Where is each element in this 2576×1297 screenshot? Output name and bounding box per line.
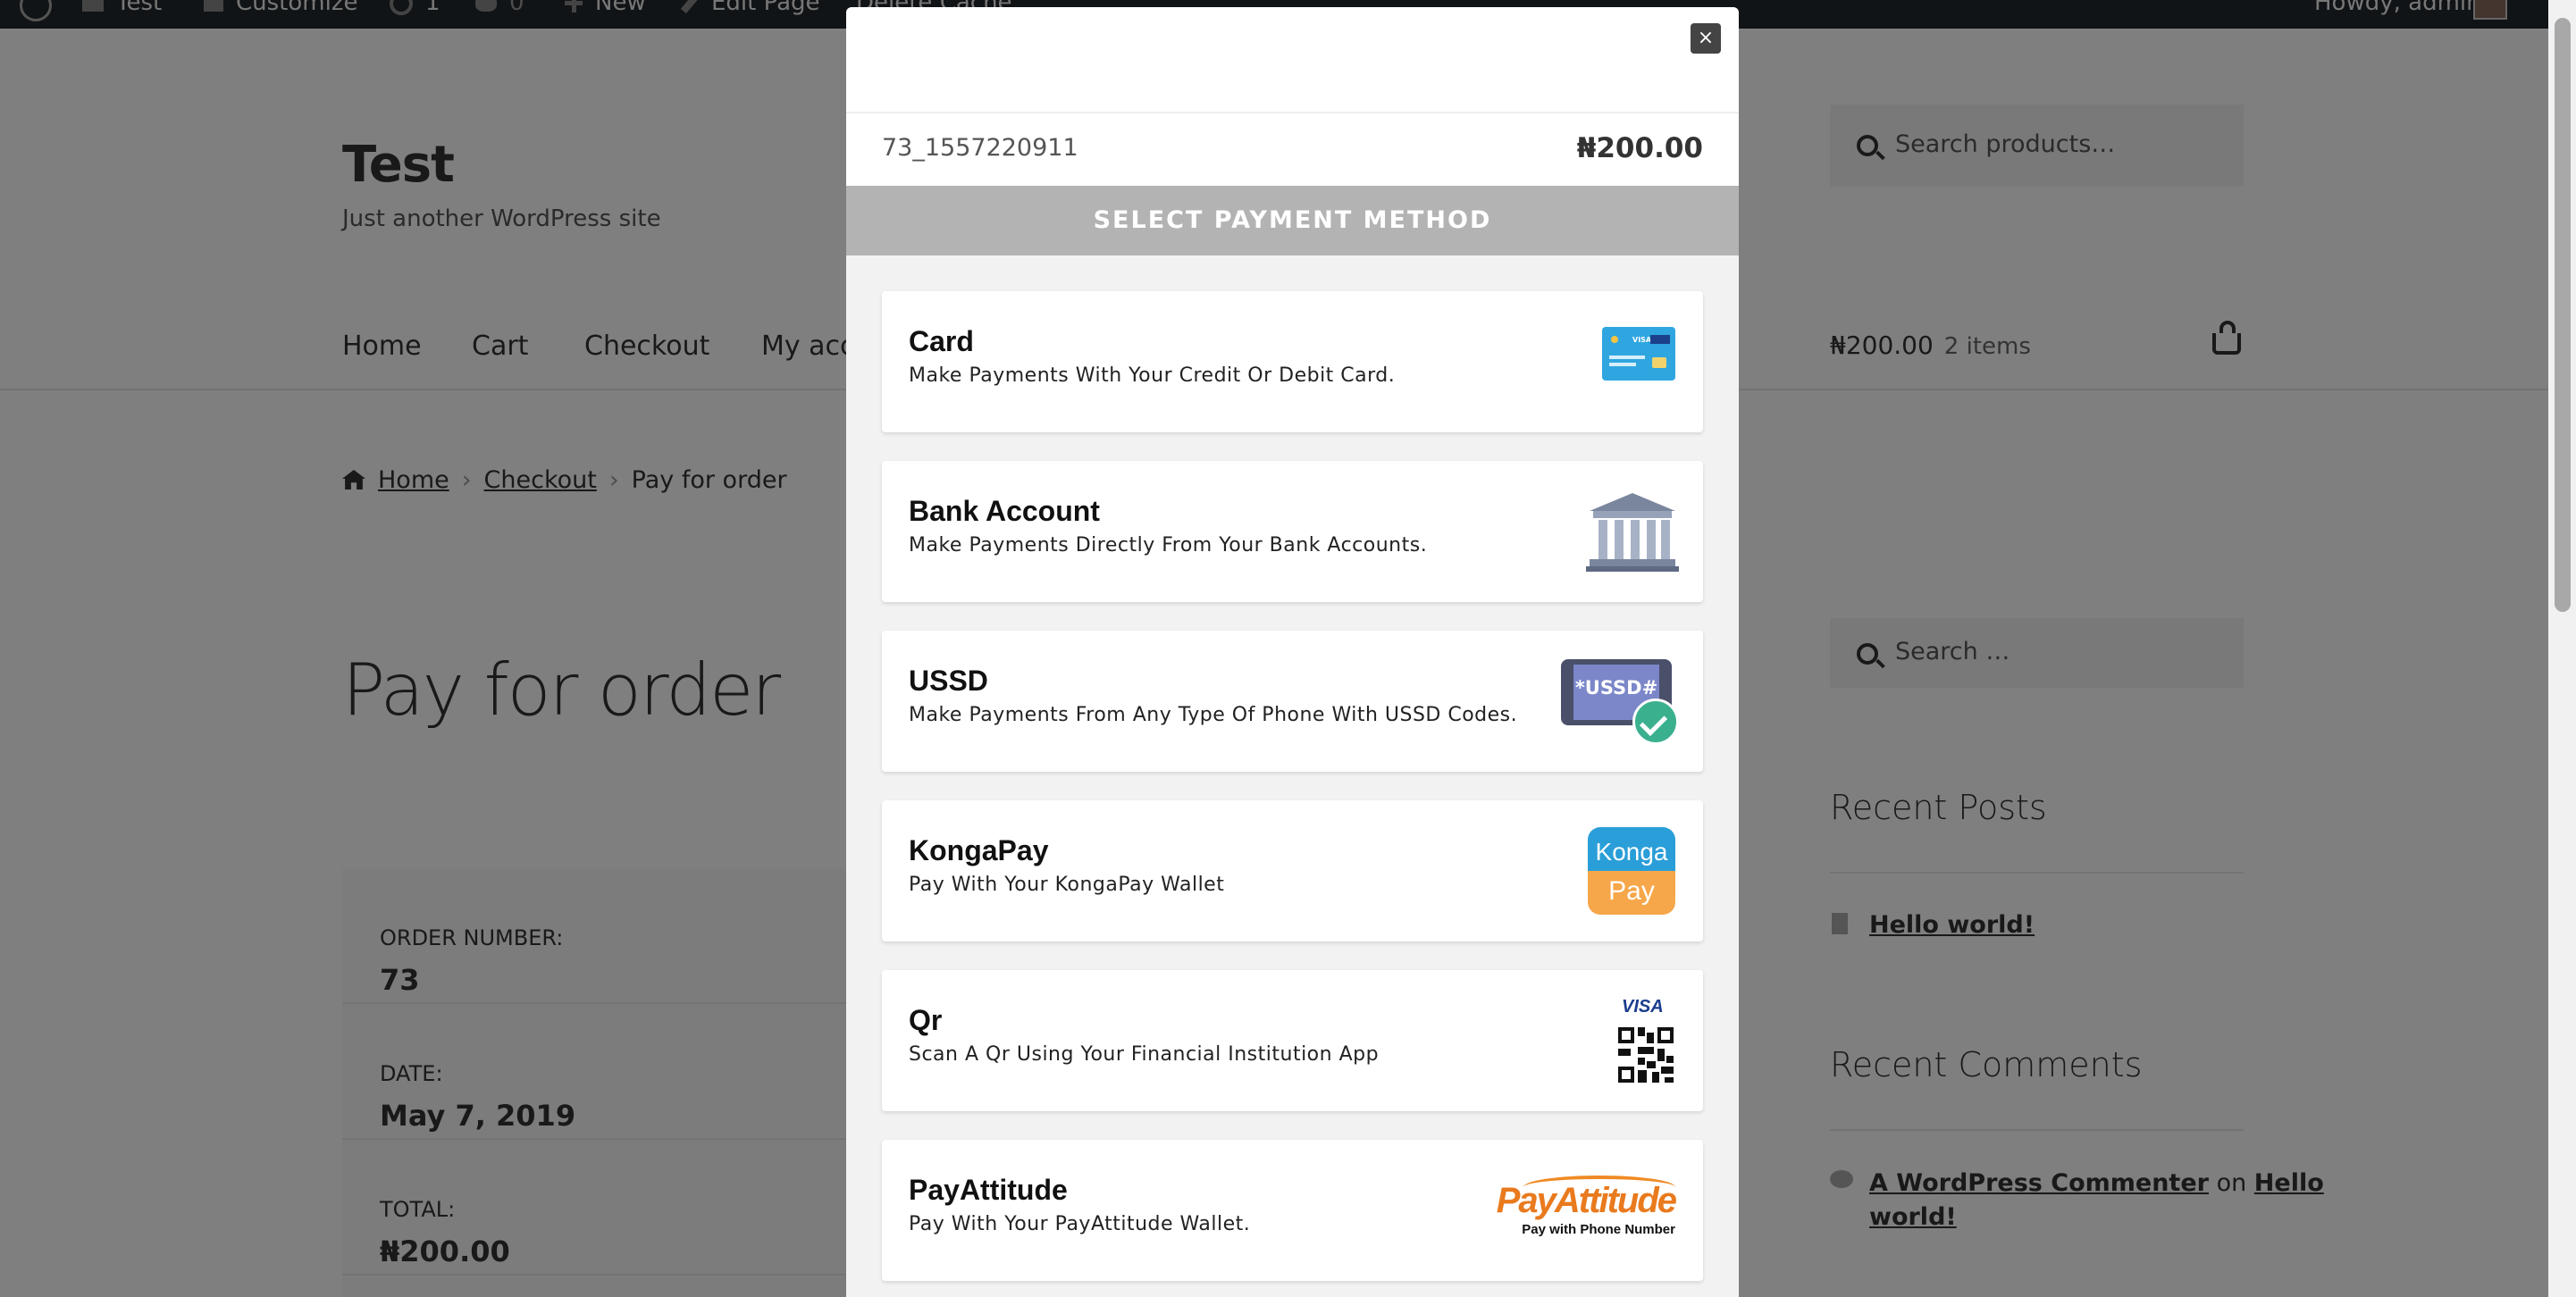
payment-option-description: Make Payments With Your Credit Or Debit … xyxy=(909,364,1396,387)
payment-option-description: Pay With Your KongaPay Wallet xyxy=(909,874,1225,896)
payment-option-payattitude[interactable]: PayAttitude Pay With Your PayAttitude Wa… xyxy=(882,1140,1703,1281)
payattitude-logo-icon: PayAttitude Pay with Phone Number xyxy=(1497,1176,1679,1247)
payment-option-title: USSD xyxy=(909,665,988,697)
payment-option-description: Pay With Your PayAttitude Wallet. xyxy=(909,1213,1251,1235)
modal-header-divider xyxy=(846,112,1739,113)
payment-modal: × 73_1557220911 ₦200.00 SELECT PAYMENT M… xyxy=(846,7,1739,1297)
payment-option-title: Card xyxy=(909,325,974,357)
transaction-reference: 73_1557220911 xyxy=(882,134,1078,162)
select-payment-method-header: SELECT PAYMENT METHOD xyxy=(846,186,1739,255)
payment-amount: ₦200.00 xyxy=(1576,132,1703,164)
payment-option-description: Make Payments From Any Type Of Phone Wit… xyxy=(909,704,1518,726)
payment-option-title: Bank Account xyxy=(909,495,1100,527)
qr-code-icon xyxy=(1616,1025,1675,1084)
close-button[interactable]: × xyxy=(1691,23,1721,54)
payment-option-title: Qr xyxy=(909,1004,943,1036)
payment-option-qr[interactable]: Qr Scan A Qr Using Your Financial Instit… xyxy=(882,970,1703,1111)
payment-option-bank-account[interactable]: Bank Account Make Payments Directly From… xyxy=(882,461,1703,602)
visa-logo-icon: VISA xyxy=(1622,997,1664,1017)
payment-option-title: KongaPay xyxy=(909,834,1049,866)
payment-option-description: Scan A Qr Using Your Financial Instituti… xyxy=(909,1043,1380,1066)
payment-option-kongapay[interactable]: KongaPay Pay With Your KongaPay Wallet K… xyxy=(882,800,1703,941)
kongapay-logo-icon: Konga Pay xyxy=(1588,827,1675,915)
payment-option-card[interactable]: Card Make Payments With Your Credit Or D… xyxy=(882,291,1703,432)
scrollbar-thumb[interactable] xyxy=(2555,18,2571,612)
credit-card-icon: VISA xyxy=(1602,327,1675,381)
payment-option-description: Make Payments Directly From Your Bank Ac… xyxy=(909,534,1428,556)
bank-building-icon xyxy=(1586,493,1679,572)
payment-option-ussd[interactable]: USSD Make Payments From Any Type Of Phon… xyxy=(882,631,1703,772)
payment-option-title: PayAttitude xyxy=(909,1174,1068,1206)
checkmark-icon xyxy=(1632,699,1679,745)
payment-methods-list: Card Make Payments With Your Credit Or D… xyxy=(846,255,1739,1297)
